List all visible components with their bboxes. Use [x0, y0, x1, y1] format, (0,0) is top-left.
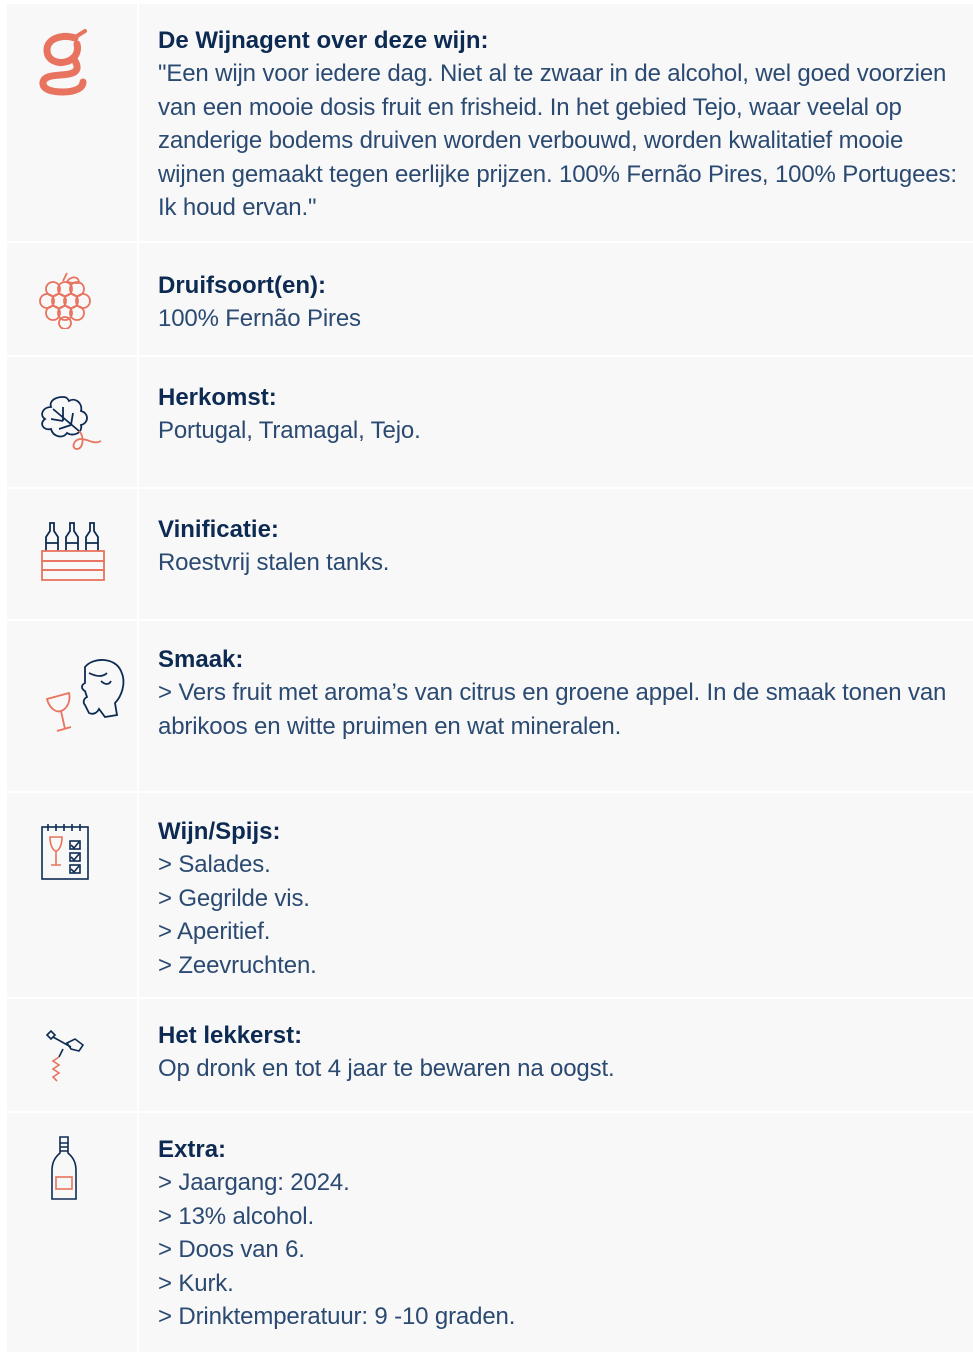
- detail-row-druifsoort: Druifsoort(en): 100% Fernão Pires: [7, 243, 973, 355]
- vine-leaf-icon: [39, 393, 109, 459]
- detail-row-smaak: Smaak: > Vers fruit met aroma’s van citr…: [7, 621, 973, 791]
- icon-cell: [7, 793, 137, 997]
- detail-row-vinificatie: Vinificatie: Roestvrij stalen tanks.: [7, 489, 973, 619]
- icon-cell: [7, 621, 137, 791]
- icon-cell: [7, 4, 137, 241]
- tasting-head-icon: [41, 657, 127, 739]
- detail-line: Ik houd ervan.": [158, 194, 317, 221]
- detail-line: 100% Fernão Pires: [158, 305, 361, 332]
- detail-line: Portugal, Tramagal, Tejo.: [158, 417, 421, 444]
- detail-text: Smaak: > Vers fruit met aroma’s van citr…: [139, 621, 973, 791]
- detail-label: Het lekkerst:: [158, 1022, 303, 1049]
- detail-label: Extra:: [158, 1136, 227, 1163]
- detail-label: Vinificatie:: [158, 516, 279, 543]
- detail-line: van een mooie dosis fruit en frisheid. I…: [158, 93, 902, 121]
- detail-line: > Vers fruit met aroma’s van citrus en g…: [158, 679, 947, 706]
- detail-line: > Jaargang: 2024.: [158, 1169, 350, 1196]
- detail-line: zanderige bodems druiven worden verbouwd…: [158, 127, 904, 154]
- detail-text: Vinificatie: Roestvrij stalen tanks.: [139, 489, 973, 619]
- detail-row-wijnagent: De Wijnagent over deze wijn: "Een wijn v…: [7, 4, 973, 241]
- detail-line: > Salades.: [158, 851, 271, 878]
- detail-line: Op dronk en tot 4 jaar te bewaren na oog…: [158, 1055, 615, 1082]
- detail-row-extra: Extra: > Jaargang: 2024. > 13% alcohol. …: [7, 1113, 973, 1352]
- icon-cell: [7, 999, 137, 1111]
- detail-line: > Aperitief.: [158, 918, 271, 945]
- detail-line: > Gegrilde vis.: [158, 884, 310, 912]
- detail-text: Extra: > Jaargang: 2024. > 13% alcohol. …: [139, 1113, 973, 1352]
- menu-card-icon: [40, 823, 90, 881]
- detail-text: Herkomst: Portugal, Tramagal, Tejo.: [139, 357, 973, 487]
- icon-cell: [7, 1113, 137, 1352]
- detail-line: > Kurk.: [158, 1269, 234, 1297]
- detail-row-het-lekkerst: Het lekkerst: Op dronk en tot 4 jaar te …: [7, 999, 973, 1111]
- detail-label: Wijn/Spijs:: [158, 818, 281, 845]
- detail-line: abrikoos en witte pruimen en wat mineral…: [158, 712, 622, 740]
- detail-row-wijn-spijs: Wijn/Spijs: > Salades. > Gegrilde vis. >…: [7, 793, 973, 997]
- detail-line: > 13% alcohol.: [158, 1202, 315, 1230]
- detail-line: > Zeevruchten.: [158, 951, 317, 979]
- detail-label: De Wijnagent over deze wijn:: [158, 27, 489, 54]
- detail-text: Druifsoort(en): 100% Fernão Pires: [139, 243, 973, 355]
- detail-row-herkomst: Herkomst: Portugal, Tramagal, Tejo.: [7, 357, 973, 487]
- wine-bottle-icon: [49, 1135, 79, 1203]
- detail-line: "Een wijn voor iedere dag. Niet al te zw…: [158, 60, 947, 87]
- wine-details-list: De Wijnagent over deze wijn: "Een wijn v…: [7, 4, 973, 1354]
- detail-label: Herkomst:: [158, 384, 277, 411]
- wine-crate-icon: [40, 521, 106, 583]
- detail-label: Smaak:: [158, 646, 244, 673]
- icon-cell: [7, 357, 137, 487]
- detail-text: Het lekkerst: Op dronk en tot 4 jaar te …: [139, 999, 973, 1111]
- detail-line: wijnen gemaakt tegen eerlijke prijzen. 1…: [158, 160, 957, 188]
- detail-line: > Doos van 6.: [158, 1236, 305, 1263]
- icon-cell: [7, 489, 137, 619]
- detail-text: De Wijnagent over deze wijn: "Een wijn v…: [139, 4, 973, 241]
- detail-label: Druifsoort(en):: [158, 272, 326, 299]
- grapes-icon: [39, 271, 91, 329]
- detail-line: Roestvrij stalen tanks.: [158, 549, 390, 576]
- corkscrew-icon: [41, 1027, 91, 1085]
- wijnagent-logo-icon: [39, 28, 89, 98]
- detail-line: > Drinktemperatuur: 9 -10 graden.: [158, 1303, 516, 1330]
- detail-text: Wijn/Spijs: > Salades. > Gegrilde vis. >…: [139, 793, 973, 997]
- icon-cell: [7, 243, 137, 355]
